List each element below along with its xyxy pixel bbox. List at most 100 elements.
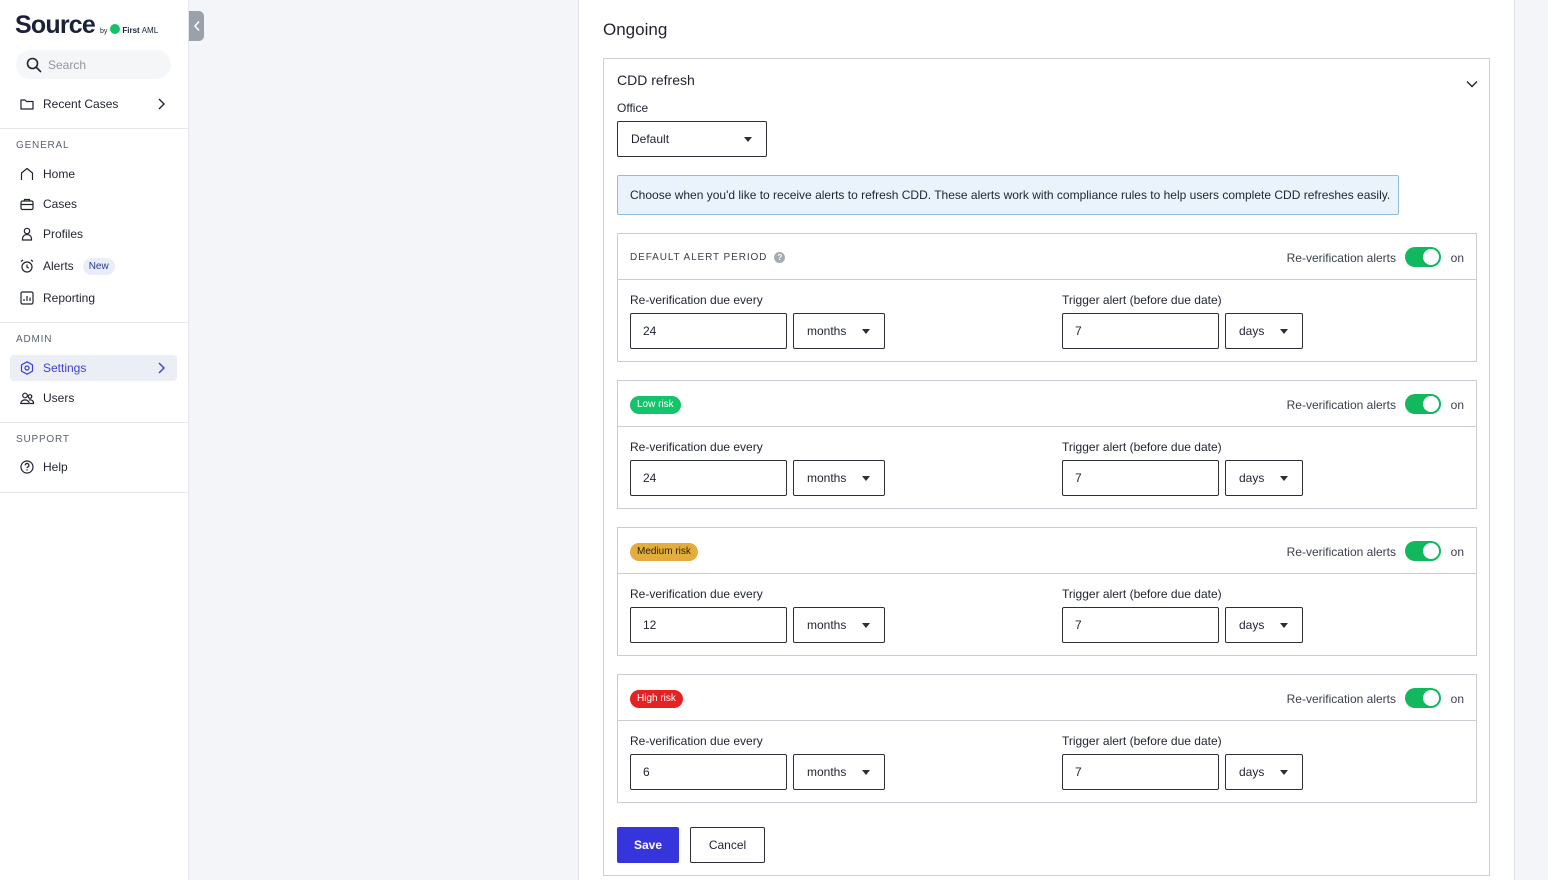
toggle-knob [1423, 543, 1439, 559]
chevron-right-icon [156, 97, 166, 114]
settings-hexagon-icon [19, 360, 35, 376]
due-every-label: Re-verification due every [630, 587, 763, 601]
sidebar-divider [0, 128, 189, 129]
new-badge: New [82, 257, 115, 275]
report-chart-icon [19, 290, 35, 306]
caret-down-icon [862, 329, 870, 334]
office-select[interactable]: Default [617, 121, 767, 157]
card-title: DEFAULT ALERT PERIOD ? [630, 252, 786, 263]
settings-panel: Ongoing CDD refresh Office Default Choos… [578, 0, 1515, 880]
sidebar-divider [0, 422, 189, 423]
logo-by: by [99, 28, 108, 35]
trigger-alert-input[interactable] [1062, 460, 1219, 496]
office-select-value: Default [631, 132, 670, 146]
caret-down-icon [862, 476, 870, 481]
card-header: DEFAULT ALERT PERIOD ? Re-verification a… [618, 234, 1476, 280]
trigger-alert-label: Trigger alert (before due date) [1062, 293, 1222, 307]
due-every-input[interactable] [630, 607, 787, 643]
sidebar-item-reporting[interactable]: Reporting [10, 285, 177, 311]
sidebar-item-users[interactable]: Users [10, 385, 177, 411]
accordion-title[interactable]: CDD refresh [617, 72, 695, 88]
chevron-down-icon[interactable] [1466, 75, 1478, 93]
caret-down-icon [1280, 476, 1288, 481]
reverification-alerts-toggle[interactable] [1405, 541, 1441, 561]
sidebar-item-home[interactable]: Home [10, 161, 177, 187]
caret-down-icon [862, 623, 870, 628]
alarm-clock-icon [19, 258, 35, 274]
sidebar-item-help[interactable]: Help [10, 454, 177, 480]
search-icon [26, 57, 42, 72]
sidebar-item-label: Cases [43, 197, 78, 211]
trigger-unit-select[interactable]: days [1225, 313, 1303, 349]
sidebar-item-label: Alerts [43, 259, 74, 273]
alert-period-card-default: DEFAULT ALERT PERIOD ? Re-verification a… [617, 233, 1477, 362]
reverification-alerts-toggle[interactable] [1405, 394, 1441, 414]
sidebar-item-settings[interactable]: Settings [10, 355, 177, 381]
caret-down-icon [1280, 770, 1288, 775]
chevron-right-icon [156, 361, 166, 378]
caret-down-icon [862, 770, 870, 775]
due-unit-select[interactable]: months [793, 313, 885, 349]
trigger-unit-select[interactable]: days [1225, 607, 1303, 643]
info-text: Choose when you'd like to receive alerts… [630, 188, 1391, 202]
sidebar-item-profiles[interactable]: Profiles [10, 221, 177, 247]
card-title-text: DEFAULT ALERT PERIOD [630, 252, 768, 263]
search-box[interactable] [16, 50, 171, 79]
reverification-alerts-label: Re-verification alerts [1286, 251, 1396, 265]
briefcase-icon [19, 196, 35, 212]
toggle-state-label: on [1450, 545, 1464, 559]
cancel-button[interactable]: Cancel [690, 827, 765, 863]
trigger-alert-label: Trigger alert (before due date) [1062, 440, 1222, 454]
sidebar-item-recent-cases[interactable]: Recent Cases [10, 91, 177, 117]
card-header: Medium risk Re-verification alerts on [618, 528, 1476, 574]
due-every-label: Re-verification due every [630, 734, 763, 748]
trigger-alert-input[interactable] [1062, 607, 1219, 643]
trigger-alert-input[interactable] [1062, 313, 1219, 349]
help-circle-icon [19, 459, 35, 475]
due-unit-select[interactable]: months [793, 754, 885, 790]
save-button[interactable]: Save [617, 827, 679, 863]
trigger-alert-label: Trigger alert (before due date) [1062, 734, 1222, 748]
trigger-alert-input[interactable] [1062, 754, 1219, 790]
reverification-alerts-label: Re-verification alerts [1286, 398, 1396, 412]
collapse-sidebar-button[interactable] [189, 11, 204, 41]
toggle-state-label: on [1450, 398, 1464, 412]
reverification-alerts-label: Re-verification alerts [1286, 692, 1396, 706]
logo-company: First [122, 26, 140, 35]
low-risk-badge: Low risk [630, 396, 681, 414]
sidebar-item-label: Recent Cases [43, 97, 119, 111]
toggle-state-label: on [1450, 692, 1464, 706]
chevron-left-icon [193, 21, 200, 31]
search-input[interactable] [48, 57, 158, 72]
sidebar-item-alerts[interactable]: Alerts New [10, 253, 177, 279]
card-header: High risk Re-verification alerts on [618, 675, 1476, 721]
sidebar-item-label: Profiles [43, 227, 84, 241]
sidebar-item-label: Users [43, 391, 75, 405]
sidebar-item-label: Settings [43, 361, 87, 375]
source-logo[interactable]: Source by First AML [15, 11, 158, 40]
caret-down-icon [744, 137, 752, 142]
due-every-input[interactable] [630, 313, 787, 349]
trigger-unit-value: days [1239, 471, 1265, 485]
card-header: Low risk Re-verification alerts on [618, 381, 1476, 427]
help-icon[interactable]: ? [774, 252, 786, 263]
page-title: Ongoing [603, 20, 668, 39]
caret-down-icon [1280, 329, 1288, 334]
sidebar-item-label: Home [43, 167, 76, 181]
due-unit-value: months [807, 324, 847, 338]
due-every-input[interactable] [630, 460, 787, 496]
due-every-input[interactable] [630, 754, 787, 790]
toggle-knob [1423, 690, 1439, 706]
alert-period-card-low-risk: Low risk Re-verification alerts on Re-ve… [617, 380, 1477, 509]
sidebar-item-cases[interactable]: Cases [10, 191, 177, 217]
reverification-alerts-toggle[interactable] [1405, 247, 1441, 267]
trigger-alert-label: Trigger alert (before due date) [1062, 587, 1222, 601]
trigger-unit-select[interactable]: days [1225, 460, 1303, 496]
section-label-support: SUPPORT [16, 434, 70, 445]
reverification-alerts-toggle[interactable] [1405, 688, 1441, 708]
due-unit-select[interactable]: months [793, 607, 885, 643]
trigger-unit-select[interactable]: days [1225, 754, 1303, 790]
caret-down-icon [1280, 623, 1288, 628]
due-unit-select[interactable]: months [793, 460, 885, 496]
sidebar-divider [0, 492, 189, 493]
